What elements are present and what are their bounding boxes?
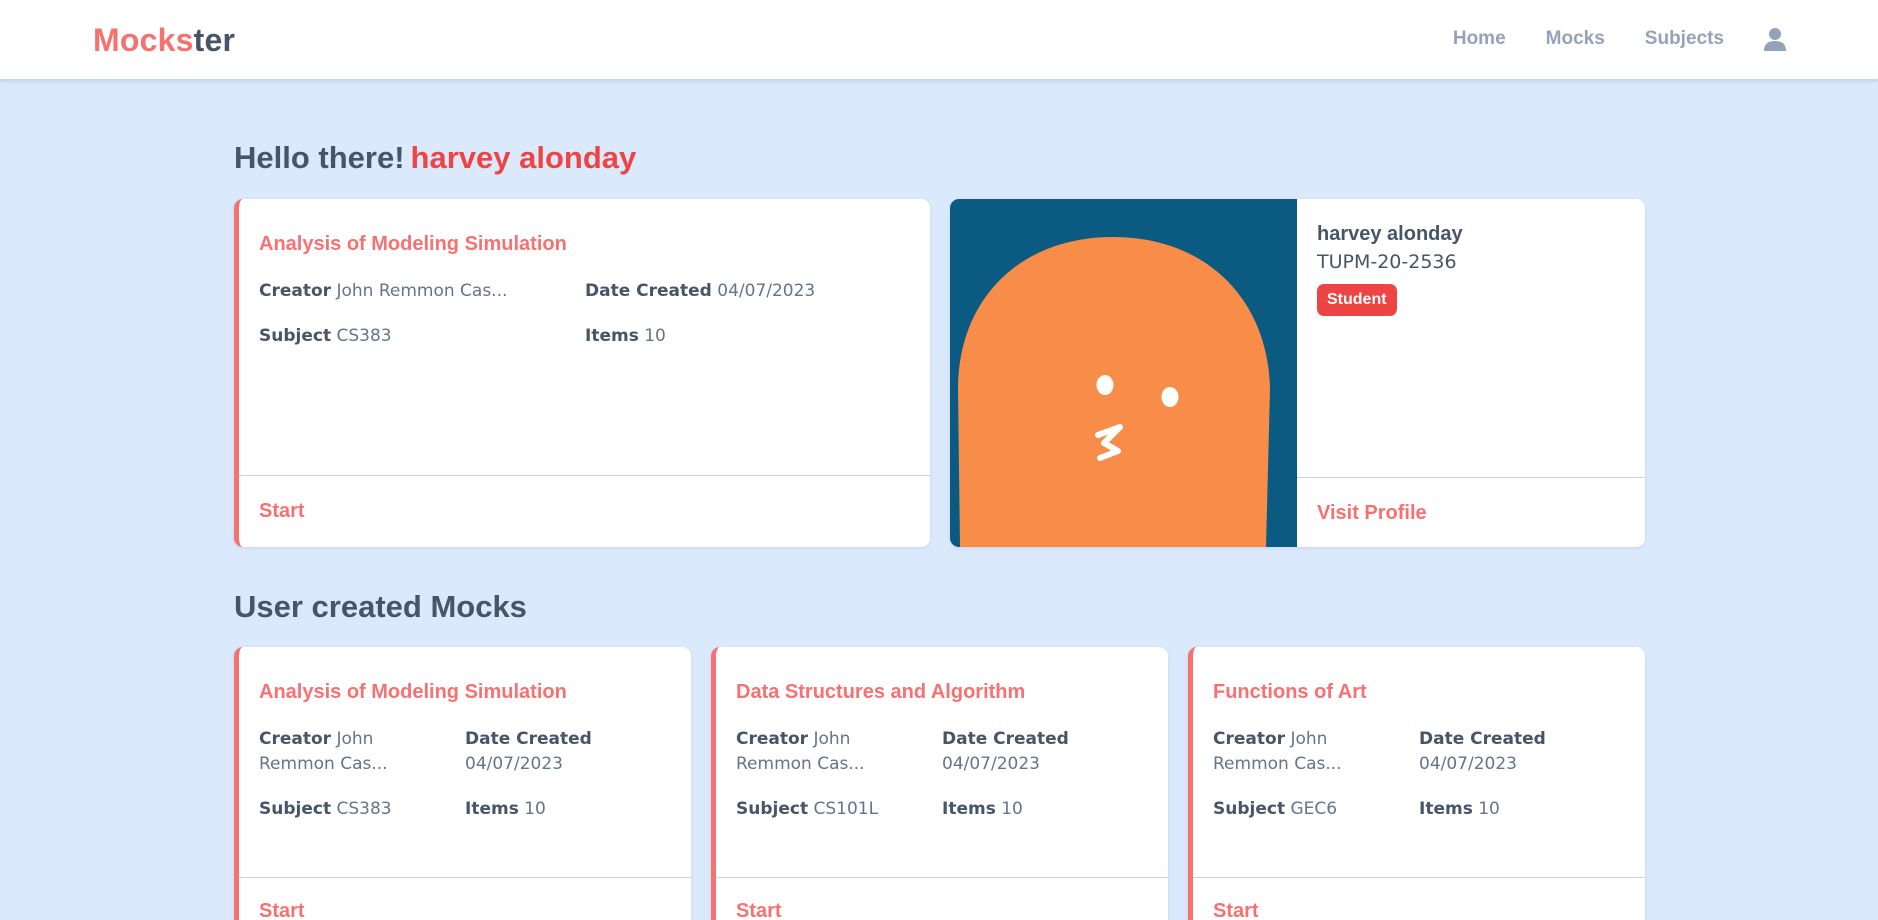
profile-name: harvey alonday: [1317, 223, 1463, 245]
mock-items-label: Items: [465, 799, 519, 819]
mock-items-value: 10: [1478, 799, 1500, 819]
mock-items-label: Items: [942, 799, 996, 819]
brand-logo-part2: ter: [193, 22, 236, 58]
mock-creator-value: John Remmon Cas...: [336, 281, 508, 301]
profile-id: TUPM-20-2536: [1317, 251, 1457, 273]
mock-items: Items 10: [465, 797, 546, 822]
start-button[interactable]: Start: [259, 900, 305, 920]
mock-subject-value: GEC6: [1290, 799, 1338, 819]
mock-date-value: 04/07/2023: [1419, 754, 1517, 774]
mock-subject-label: Subject: [259, 799, 332, 819]
brand-logo[interactable]: Mockster: [93, 22, 235, 59]
mock-date: Date Created 04/07/2023: [465, 727, 690, 777]
mock-items-value: 10: [1001, 799, 1023, 819]
start-button[interactable]: Start: [259, 500, 305, 523]
mock-card: Data Structures and Algorithm Creator Jo…: [711, 647, 1168, 920]
mock-items-label: Items: [1419, 799, 1473, 819]
mock-creator: Creator John Remmon Cas...: [736, 727, 926, 777]
mock-date-value: 04/07/2023: [717, 281, 816, 301]
role-badge: Student: [1317, 284, 1397, 316]
mock-date: Date Created 04/07/2023: [942, 727, 1167, 777]
mock-items: Items 10: [942, 797, 1023, 822]
mock-subject: Subject CS383: [259, 324, 392, 349]
mock-subject-value: CS383: [336, 799, 392, 819]
navbar: Mockster Home Mocks Subjects: [0, 0, 1878, 79]
mock-creator: Creator John Remmon Cas...: [1213, 727, 1403, 777]
user-icon[interactable]: [1764, 27, 1786, 51]
start-button[interactable]: Start: [1213, 900, 1259, 920]
greeting-prefix: Hello there!: [234, 140, 405, 175]
mock-creator: Creator John Remmon Cas...: [259, 279, 559, 304]
greeting-heading: Hello there! harvey alonday: [234, 140, 636, 176]
mock-creator-label: Creator: [736, 729, 809, 749]
mock-creator-label: Creator: [1213, 729, 1286, 749]
mock-title[interactable]: Data Structures and Algorithm: [736, 681, 1025, 704]
mock-items: Items 10: [1419, 797, 1500, 822]
mock-card: Analysis of Modeling Simulation Creator …: [234, 647, 691, 920]
mock-items-label: Items: [585, 326, 639, 346]
mock-subject-label: Subject: [736, 799, 809, 819]
card-footer: Start: [239, 877, 691, 920]
mock-date-label: Date Created: [942, 729, 1069, 749]
mock-title[interactable]: Analysis of Modeling Simulation: [259, 233, 567, 256]
featured-mock-card: Analysis of Modeling Simulation Creator …: [234, 199, 930, 547]
mock-items-value: 10: [644, 326, 666, 346]
mock-date-label: Date Created: [585, 281, 712, 301]
mock-date-label: Date Created: [1419, 729, 1546, 749]
section-title: User created Mocks: [234, 589, 527, 624]
nav-mocks-link[interactable]: Mocks: [1546, 28, 1605, 50]
greeting-username: harvey alonday: [410, 140, 637, 175]
visit-profile-button[interactable]: Visit Profile: [1317, 502, 1427, 525]
avatar: [950, 199, 1297, 547]
mock-creator-label: Creator: [259, 729, 332, 749]
card-footer: Start: [239, 475, 930, 547]
mock-subject: Subject CS383: [259, 797, 392, 822]
mock-subject: Subject GEC6: [1213, 797, 1337, 822]
mock-date-label: Date Created: [465, 729, 592, 749]
mock-date-value: 04/07/2023: [465, 754, 563, 774]
nav-links: Home Mocks Subjects: [1413, 27, 1786, 51]
card-footer: Visit Profile: [1297, 477, 1645, 547]
mock-card: Functions of Art Creator John Remmon Cas…: [1188, 647, 1645, 920]
mock-title[interactable]: Functions of Art: [1213, 681, 1367, 704]
mock-items-value: 10: [524, 799, 546, 819]
card-footer: Start: [1193, 877, 1645, 920]
mock-subject: Subject CS101L: [736, 797, 878, 822]
mock-creator-label: Creator: [259, 281, 332, 301]
profile-card: harvey alonday TUPM-20-2536 Student Visi…: [950, 199, 1645, 547]
mock-subject-value: CS101L: [813, 799, 879, 819]
mock-date-value: 04/07/2023: [942, 754, 1040, 774]
mock-items: Items 10: [585, 324, 666, 349]
mock-subject-label: Subject: [259, 326, 332, 346]
brand-logo-part1: Mocks: [93, 22, 194, 58]
mock-date: Date Created 04/07/2023: [1419, 727, 1644, 777]
mock-date: Date Created 04/07/2023: [585, 279, 905, 304]
mock-creator: Creator John Remmon Cas...: [259, 727, 449, 777]
profile-info: harvey alonday TUPM-20-2536 Student Visi…: [1297, 199, 1645, 547]
nav-subjects-link[interactable]: Subjects: [1645, 28, 1724, 50]
start-button[interactable]: Start: [736, 900, 782, 920]
mock-title[interactable]: Analysis of Modeling Simulation: [259, 681, 567, 704]
nav-home-link[interactable]: Home: [1453, 28, 1506, 50]
mock-subject-value: CS383: [336, 326, 392, 346]
card-footer: Start: [716, 877, 1168, 920]
mock-subject-label: Subject: [1213, 799, 1286, 819]
